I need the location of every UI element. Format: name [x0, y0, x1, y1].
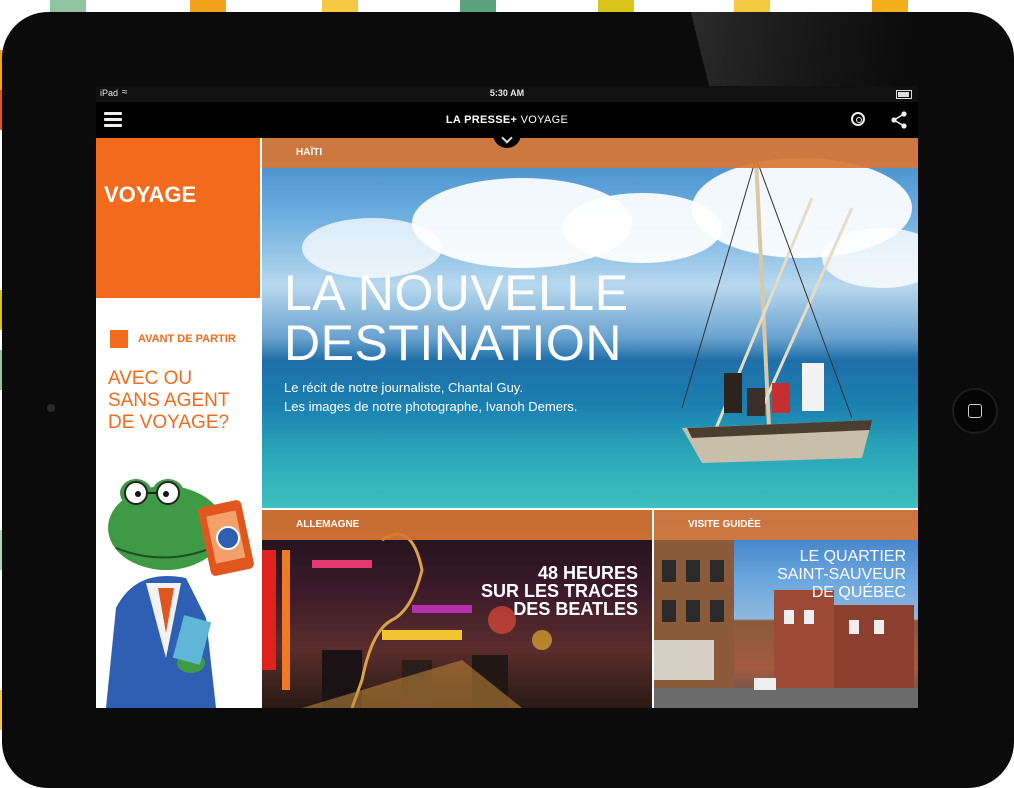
decorative-top-strip — [0, 0, 1014, 12]
tile-section-bar: VISITE GUIDÉE — [654, 510, 918, 540]
sidebar-headline-line: SANS AGENT — [108, 390, 230, 411]
tile-section-label: ALLEMAGNE — [296, 519, 360, 530]
brand-title: LA PRESSE+ VOYAGE — [96, 114, 918, 126]
tile-headline-line: LE QUARTIER — [799, 548, 906, 565]
sidebar-headline-line: DE VOYAGE? — [108, 412, 230, 433]
kicker-square-icon — [110, 330, 128, 348]
tile-section-bar: ALLEMAGNE — [262, 510, 652, 540]
story-tile-visite-guidee[interactable]: VISITE GUIDÉE LE QUARTIER SAINT-SAUVEUR … — [654, 510, 918, 708]
mascot-illustration — [106, 479, 254, 708]
hero-headline-line: LA NOUVELLE — [284, 265, 629, 321]
related-icon[interactable] — [851, 112, 865, 126]
tile-headline: LE QUARTIER SAINT-SAUVEUR DE QUÉBEC — [777, 548, 906, 602]
status-time: 5:30 AM — [489, 88, 525, 98]
tile-headline-line: SAINT-SAUVEUR — [777, 566, 906, 583]
kicker-label: AVANT DE PARTIR — [138, 333, 236, 345]
tile-headline-line: SUR LES TRACES — [480, 581, 638, 601]
hero-subtitle-line: Les images de notre photographe, Ivanoh … — [284, 399, 578, 414]
status-bar: iPad ≈ 5:30 AM — [96, 86, 918, 102]
story-tile-allemagne[interactable]: ALLEMAGNE 48 HEURES SUR LES TRACES DES B… — [262, 510, 652, 708]
home-square-icon — [968, 404, 982, 418]
tile-section-label: VISITE GUIDÉE — [688, 519, 761, 530]
section-title: VOYAGE — [104, 182, 197, 207]
sidebar-headline[interactable]: AVEC OU SANS AGENT DE VOYAGE? — [108, 368, 258, 434]
hero-section-label: HAÏTI — [296, 147, 323, 158]
app-screen: iPad ≈ 5:30 AM LA PRESSE+ VOYAGE VOYAGE … — [96, 86, 918, 708]
tile-headline-line: DES BEATLES — [513, 599, 638, 619]
front-camera — [47, 404, 55, 412]
sidebar: VOYAGE AVANT DE PARTIR AVEC OU SANS AGEN… — [96, 138, 260, 708]
share-icon[interactable] — [889, 110, 909, 130]
home-button[interactable] — [952, 388, 998, 434]
hero-section-bar: HAÏTI — [262, 138, 918, 168]
hero-headline: LA NOUVELLE DESTINATION — [284, 268, 714, 368]
battery-icon — [896, 90, 912, 99]
tile-headline-line: DE QUÉBEC — [811, 584, 906, 601]
brand-name: LA PRESSE+ — [445, 114, 518, 126]
tile-headline: 48 HEURES SUR LES TRACES DES BEATLES — [481, 564, 638, 618]
sidebar-headline-line: AVEC OU — [108, 368, 193, 389]
hero-subtitle-line: Le récit de notre journaliste, Chantal G… — [284, 380, 523, 395]
brand-section: VOYAGE — [517, 114, 569, 126]
hero-story[interactable]: HAÏTI LA NOUVELLE DESTINATION Le récit d… — [262, 138, 918, 508]
kicker: AVANT DE PARTIR — [110, 328, 260, 352]
hero-headline-line: DESTINATION — [284, 315, 622, 371]
section-title-box[interactable]: VOYAGE — [96, 138, 260, 298]
tile-headline-line: 48 HEURES — [537, 563, 638, 583]
hero-subtitle: Le récit de notre journaliste, Chantal G… — [284, 378, 704, 416]
